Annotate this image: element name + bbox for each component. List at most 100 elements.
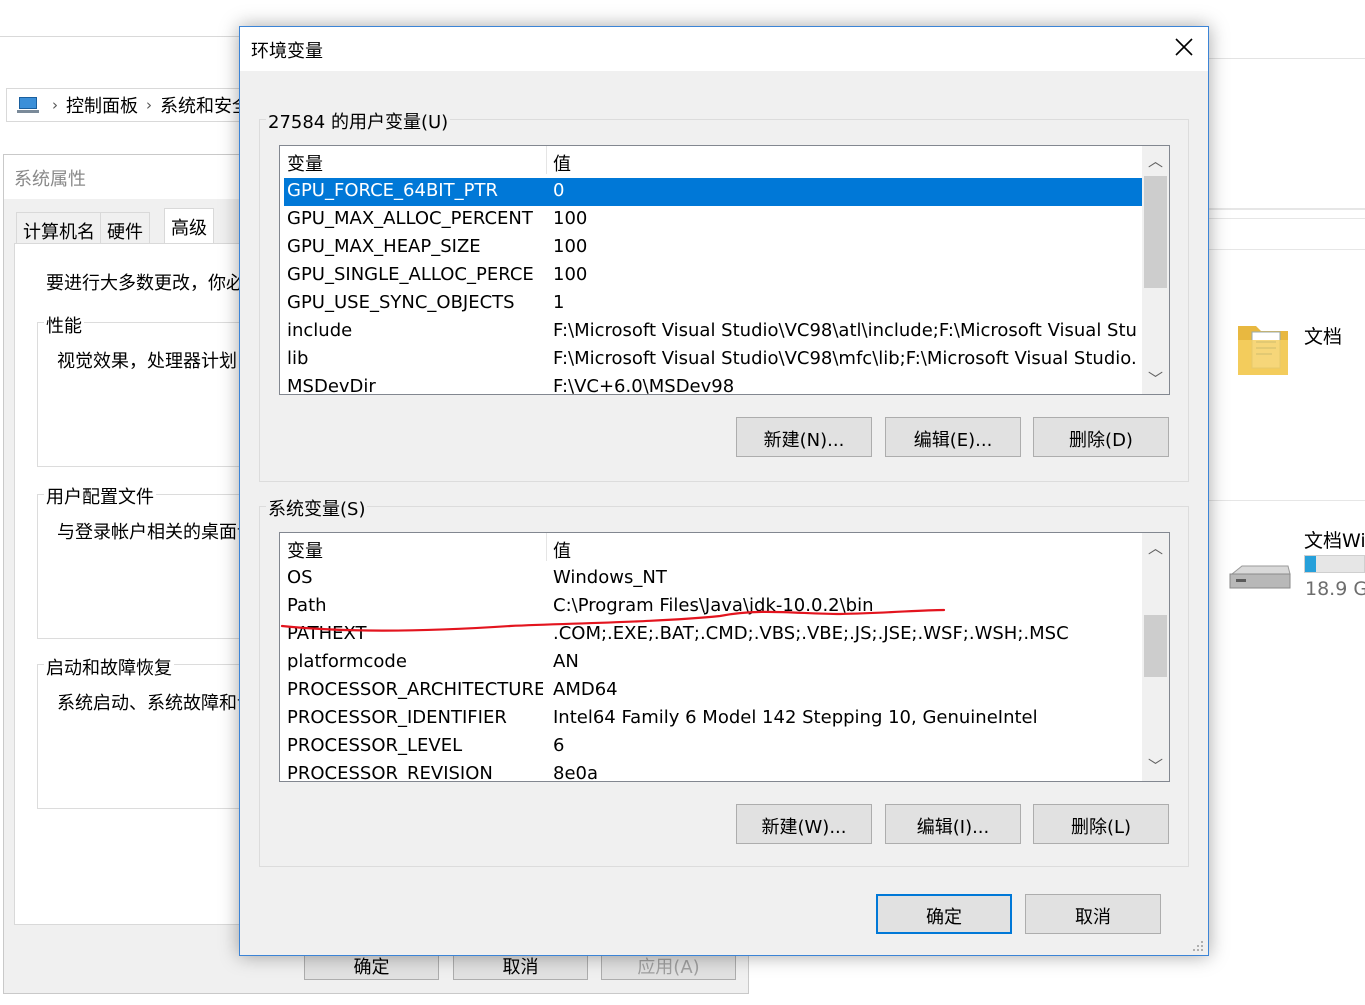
table-row[interactable]: include F:\Microsoft Visual Studio\VC98\…	[284, 318, 1142, 346]
user-new-button[interactable]: 新建(N)...	[736, 417, 872, 457]
drive-icon[interactable]	[1228, 562, 1292, 592]
user-edit-button[interactable]: 编辑(E)...	[885, 417, 1021, 457]
red-underline-annotation	[280, 608, 946, 632]
drive-usage-fill	[1305, 556, 1316, 572]
scroll-up-icon[interactable]: ︿	[1142, 537, 1169, 561]
tab-advanced[interactable]: 高级	[164, 208, 214, 244]
startup-recovery-group-label: 启动和故障恢复	[44, 654, 174, 680]
chevron-right-icon: ›	[52, 96, 58, 114]
performance-description: 视觉效果，处理器计划，内存使用，以及虚拟内存	[57, 351, 239, 372]
variable-value: AN	[553, 651, 579, 672]
column-separator[interactable]	[546, 146, 547, 174]
variable-name: lib	[287, 348, 309, 369]
table-row[interactable]: PROCESSOR_LEVEL 6	[284, 733, 1142, 761]
table-row[interactable]: OS Windows_NT	[284, 565, 1142, 593]
env-dialog-titlebar[interactable]	[240, 27, 1208, 71]
table-row[interactable]: GPU_MAX_ALLOC_PERCENT 100	[284, 206, 1142, 234]
table-row[interactable]: PROCESSOR_ARCHITECTURE AMD64	[284, 677, 1142, 705]
scroll-down-icon[interactable]: ﹀	[1142, 368, 1169, 392]
variable-name: OS	[287, 567, 313, 588]
system-list-header: 变量 值	[280, 533, 1142, 563]
scroll-up-icon[interactable]: ︿	[1142, 150, 1169, 174]
variable-value: F:\Microsoft Visual Studio\VC98\atl\incl…	[553, 320, 1137, 341]
user-profiles-group	[37, 494, 257, 639]
divider	[1208, 208, 1365, 210]
tab-computer-name[interactable]: 计算机名	[16, 212, 102, 244]
variable-name: include	[287, 320, 353, 341]
drive-label[interactable]: 文档Wi	[1304, 526, 1365, 553]
system-properties-title: 系统属性	[14, 169, 86, 190]
ribbon-strip	[1208, 218, 1365, 250]
column-header-value[interactable]: 值	[553, 537, 571, 563]
variable-value: Windows_NT	[553, 567, 667, 588]
variable-name: platformcode	[287, 651, 407, 672]
breadcrumb-control-panel[interactable]: 控制面板	[66, 92, 138, 118]
variable-name: GPU_MAX_ALLOC_PERCENT	[287, 208, 533, 229]
variable-value: F:\Microsoft Visual Studio\VC98\mfc\lib;…	[553, 348, 1137, 369]
resize-grip-icon[interactable]	[1192, 940, 1204, 952]
table-row[interactable]: PROCESSOR_REVISION 8e0a	[284, 761, 1142, 782]
variable-name: PROCESSOR_ARCHITECTURE	[287, 679, 543, 700]
drive-free-space: 18.9 GB	[1305, 578, 1365, 600]
close-icon[interactable]	[1170, 33, 1198, 61]
cancel-button[interactable]: 取消	[1025, 894, 1161, 934]
user-variables-list[interactable]: 变量 值 GPU_FORCE_64BIT_PTR 0 GPU_MAX_ALLOC…	[279, 145, 1170, 395]
user-profiles-description: 与登录帐户相关的桌面设置	[57, 522, 239, 543]
column-header-name[interactable]: 变量	[287, 150, 323, 176]
column-header-value[interactable]: 值	[553, 150, 571, 176]
variable-name: PROCESSOR_REVISION	[287, 763, 493, 782]
table-row[interactable]: GPU_USE_SYNC_OBJECTS 1	[284, 290, 1142, 318]
documents-label[interactable]: 文档	[1304, 322, 1342, 349]
documents-folder-icon[interactable]	[1236, 318, 1290, 378]
column-header-name[interactable]: 变量	[287, 537, 323, 563]
variable-value: 0	[553, 180, 565, 201]
system-list-scrollbar[interactable]: ︿ ﹀	[1142, 533, 1169, 781]
variable-name: GPU_FORCE_64BIT_PTR	[287, 180, 498, 201]
variable-value: 8e0a	[553, 763, 599, 782]
table-row[interactable]: lib F:\Microsoft Visual Studio\VC98\mfc\…	[284, 346, 1142, 374]
variable-name: GPU_SINGLE_ALLOC_PERCE	[287, 264, 534, 285]
divider	[1208, 500, 1365, 501]
variable-value: 100	[553, 236, 588, 257]
scrollbar-thumb[interactable]	[1144, 615, 1167, 677]
system-new-button[interactable]: 新建(W)...	[736, 804, 872, 844]
user-variables-label: 27584 的用户变量(U)	[266, 108, 451, 134]
ok-button[interactable]: 确定	[876, 894, 1012, 934]
tab-hardware[interactable]: 硬件	[100, 212, 150, 244]
system-edit-button[interactable]: 编辑(I)...	[885, 804, 1021, 844]
scrollbar-thumb[interactable]	[1144, 176, 1167, 288]
user-list-scrollbar[interactable]: ︿ ﹀	[1142, 146, 1169, 394]
table-row[interactable]: GPU_SINGLE_ALLOC_PERCE 100	[284, 262, 1142, 290]
variable-name: PROCESSOR_IDENTIFIER	[287, 707, 507, 728]
variable-name: PROCESSOR_LEVEL	[287, 735, 463, 756]
table-row[interactable]: GPU_MAX_HEAP_SIZE 100	[284, 234, 1142, 262]
column-separator[interactable]	[546, 533, 547, 561]
variable-name: MSDevDir	[287, 376, 376, 395]
table-row[interactable]: platformcode AN	[284, 649, 1142, 677]
chevron-right-icon: ›	[146, 96, 152, 114]
variable-value: 100	[553, 208, 588, 229]
drive-usage-bar	[1304, 555, 1365, 573]
table-row[interactable]: MSDevDir F:\VC+6.0\MSDev98	[284, 374, 1142, 395]
table-row[interactable]: PROCESSOR_IDENTIFIER Intel64 Family 6 Mo…	[284, 705, 1142, 733]
startup-recovery-group	[37, 664, 257, 809]
admin-notice: 要进行大多数更改，你必须作为管理员登录。	[46, 273, 240, 294]
performance-group	[37, 322, 257, 467]
variable-name: GPU_MAX_HEAP_SIZE	[287, 236, 481, 257]
variable-value: AMD64	[553, 679, 618, 700]
table-row[interactable]: GPU_FORCE_64BIT_PTR 0	[284, 178, 1142, 206]
scroll-down-icon[interactable]: ﹀	[1142, 755, 1169, 779]
user-list-header: 变量 值	[280, 146, 1142, 176]
system-variables-list[interactable]: 变量 值 OS Windows_NT Path C:\Program Files…	[279, 532, 1170, 782]
variable-name: GPU_USE_SYNC_OBJECTS	[287, 292, 515, 313]
env-dialog-title: 环境变量	[251, 41, 323, 62]
breadcrumb: › 控制面板 › 系统和安全	[6, 88, 250, 122]
variable-value: 1	[553, 292, 565, 313]
system-variables-label: 系统变量(S)	[266, 495, 368, 521]
breadcrumb-system-security[interactable]: 系统和安全	[160, 92, 250, 118]
variable-value: F:\VC+6.0\MSDev98	[553, 376, 735, 395]
variable-value: 100	[553, 264, 588, 285]
performance-group-label: 性能	[44, 312, 84, 338]
user-delete-button[interactable]: 删除(D)	[1033, 417, 1169, 457]
system-delete-button[interactable]: 删除(L)	[1033, 804, 1169, 844]
